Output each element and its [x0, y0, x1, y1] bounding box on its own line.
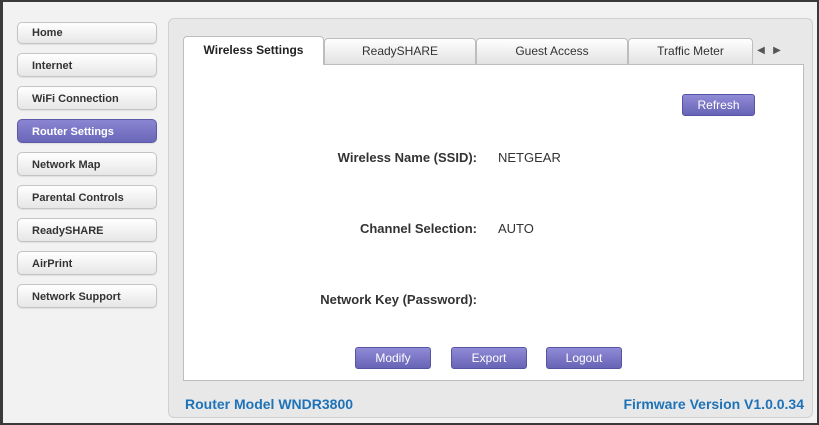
wireless-settings-content: Refresh Wireless Name (SSID): NETGEAR Ch… [183, 64, 804, 381]
logout-button[interactable]: Logout [546, 347, 622, 369]
tab-readyshare[interactable]: ReadySHARE [324, 38, 476, 64]
export-button[interactable]: Export [451, 347, 527, 369]
modify-button[interactable]: Modify [355, 347, 431, 369]
app-frame: Home Internet WiFi Connection Router Set… [0, 0, 819, 425]
sidebar-nav: Home Internet WiFi Connection Router Set… [17, 22, 157, 317]
tab-guest-access[interactable]: Guest Access [476, 38, 628, 64]
tab-wireless-settings[interactable]: Wireless Settings [183, 36, 324, 65]
channel-selection-value: AUTO [498, 221, 534, 236]
sidebar-item-network-map[interactable]: Network Map [17, 152, 157, 176]
ssid-value: NETGEAR [498, 150, 561, 165]
tab-scroll-controls: ◀ ▶ [753, 38, 797, 64]
channel-selection-label: Channel Selection: [359, 221, 477, 236]
sidebar-item-router-settings[interactable]: Router Settings [17, 119, 157, 143]
sidebar-item-parental-controls[interactable]: Parental Controls [17, 185, 157, 209]
left-arrow-icon[interactable]: ◀ [753, 38, 769, 64]
network-key-label: Network Key (Password): [320, 292, 477, 307]
firmware-version-text: Firmware Version V1.0.0.34 [623, 396, 804, 412]
sidebar-item-airprint[interactable]: AirPrint [17, 251, 157, 275]
tab-bar: Wireless Settings ReadySHARE Guest Acces… [183, 36, 803, 65]
right-arrow-icon[interactable]: ▶ [769, 38, 785, 64]
sidebar-item-readyshare[interactable]: ReadySHARE [17, 218, 157, 242]
main-panel: Wireless Settings ReadySHARE Guest Acces… [168, 18, 813, 418]
tab-traffic-meter[interactable]: Traffic Meter [628, 38, 753, 64]
sidebar-item-wifi-connection[interactable]: WiFi Connection [17, 86, 157, 110]
refresh-button[interactable]: Refresh [682, 94, 755, 116]
ssid-label: Wireless Name (SSID): [337, 150, 477, 165]
sidebar-item-internet[interactable]: Internet [17, 53, 157, 77]
sidebar-item-network-support[interactable]: Network Support [17, 284, 157, 308]
sidebar-item-home[interactable]: Home [17, 22, 157, 44]
router-model-text: Router Model WNDR3800 [185, 396, 354, 412]
